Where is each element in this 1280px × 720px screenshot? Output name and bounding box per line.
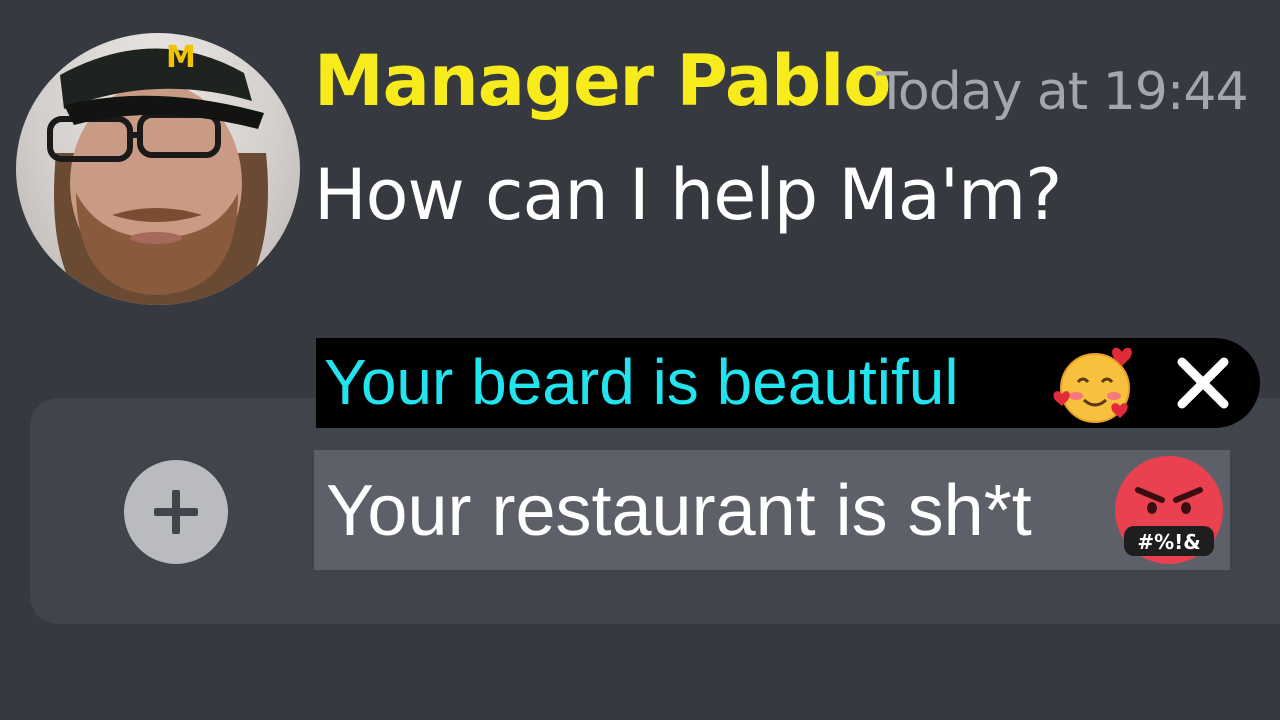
message-input[interactable]: Your restaurant is sh*t #%!& xyxy=(314,450,1230,570)
cap-logo: M xyxy=(166,40,196,75)
suggestion-bar[interactable]: Your beard is beautiful xyxy=(316,338,1260,428)
smiling-face-with-hearts-emoji xyxy=(1053,347,1132,423)
message-timestamp: Today at 19:44 xyxy=(876,62,1249,122)
draft-text: Your restaurant is sh*t xyxy=(326,471,1032,551)
chat-screen: M Manager Pablo Today at 19:44 How can I… xyxy=(0,0,1280,720)
plus-icon xyxy=(154,490,198,534)
message-author[interactable]: Manager Pablo xyxy=(314,46,891,116)
face-with-symbols-on-mouth-emoji: #%!& xyxy=(1115,456,1223,564)
message-content: How can I help Ma'm? xyxy=(314,154,1062,236)
suggestion-text: Your beard is beautiful xyxy=(324,346,959,418)
emoji-symbols: #%!& xyxy=(1137,530,1200,554)
user-avatar[interactable]: M xyxy=(16,33,300,305)
attach-button[interactable] xyxy=(124,460,228,564)
avatar-photo: M xyxy=(47,40,268,305)
close-icon[interactable] xyxy=(1176,356,1230,410)
